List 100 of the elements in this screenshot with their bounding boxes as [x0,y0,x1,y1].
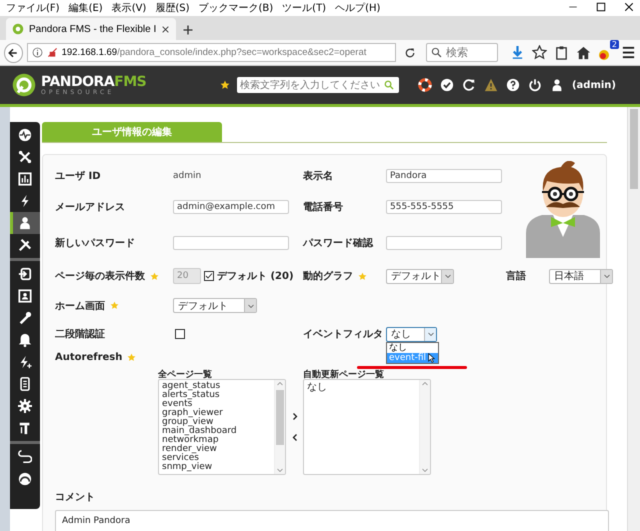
back-button[interactable] [4,42,23,62]
list-option[interactable]: なし [307,382,419,393]
warning-icon[interactable] [484,78,498,92]
field-label: 動的グラフ [303,270,353,283]
list-option[interactable]: main_dashboard [162,427,274,436]
menu-item[interactable]: 表示(V) [112,1,146,15]
password-field[interactable] [173,236,289,250]
maximize-icon[interactable] [596,2,606,12]
language-select[interactable]: 日本語 [549,268,613,284]
list-option[interactable]: networkmap [162,436,274,445]
help-icon[interactable] [506,78,520,92]
list-option[interactable]: services [162,454,274,463]
chevron-right-icon [290,412,298,421]
field-label: メールアドレス [55,201,125,214]
pandora-logo-icon [12,23,24,35]
list-option[interactable]: agent_status [162,382,274,391]
menu-item[interactable]: 編集(E) [68,1,103,15]
logo-text: PANDORAFMS [41,74,146,88]
event-filter-select[interactable]: なし [386,326,437,342]
list-option[interactable]: graph_viewer [162,409,274,418]
bolt-plus-icon [18,355,32,369]
caret-icon [602,272,610,280]
list-option[interactable]: render_view [162,445,274,454]
home-icon[interactable] [576,45,591,60]
username[interactable]: (admin) [572,80,616,90]
download-icon[interactable] [510,45,525,60]
scrollbar[interactable] [627,107,640,531]
move-left-button[interactable] [290,433,298,442]
scroll-down-icon [421,466,429,474]
menu-item[interactable]: ヘルプ(H) [335,1,380,15]
scroll-up-icon [421,380,429,388]
password-confirm-field[interactable] [386,236,502,250]
display-name-field[interactable]: Pandora [386,169,502,183]
refresh-icon[interactable] [462,78,476,92]
search-bar[interactable]: 検索 [426,43,498,62]
link-icon [18,450,32,464]
browser-tab[interactable]: Pandora FMS - the Flexible I [6,18,176,40]
list-title: 自動更新ページ一覧 [303,368,385,379]
reload-button[interactable] [404,46,416,58]
list-option[interactable]: snmp_view [162,463,274,472]
pulse-icon [18,128,32,142]
move-right-button[interactable] [290,412,298,421]
caret-icon [426,330,434,338]
field-label: ユーザ ID [55,170,101,183]
page-list[interactable]: agent_status alerts_status events graph_viewer group_view main_dashboard networkmap render_view services snmp_view [158,379,286,475]
url-path: /pandora_console/index.php?sec=workspace&sec2=operat [117,47,366,58]
field-label: Autorefresh [55,352,122,363]
list-option[interactable]: group_view [162,418,274,427]
phone-field[interactable]: 555-555-5555 [386,200,502,214]
check-icon [205,272,213,280]
home-screen-select[interactable]: デフォルト [173,298,257,313]
clipboard-icon[interactable] [554,45,569,60]
server-icon [18,377,32,391]
list-option[interactable]: alerts_status [162,391,274,400]
email-field[interactable]: admin@example.com [173,200,289,214]
field-label: ページ毎の表示件数 [55,270,145,283]
caret-icon [246,302,254,310]
field-label: 表示名 [303,170,333,183]
checkbox[interactable] [175,329,185,339]
user-icon[interactable] [550,78,564,92]
sidebar-item[interactable] [10,212,40,234]
dynamic-graph-select[interactable]: デフォルト [386,268,454,284]
field-label: イベントフィルタ [303,328,383,341]
close-icon[interactable] [161,24,170,34]
info-icon [32,47,43,58]
field-label: 新しいパスワード [55,236,135,250]
menu-item[interactable]: ツール(T) [282,1,326,15]
menu-item[interactable]: ブックマーク(B) [198,1,274,15]
scroll-up-icon [276,380,284,388]
check-circle-icon[interactable] [440,78,454,92]
caret-icon [444,272,452,280]
search-field[interactable]: 検索 [446,46,493,59]
field-label: 二段階認証 [55,328,105,341]
url-host: 192.168.1.69 [62,47,118,58]
field-label: 言語 [506,269,526,283]
pandora-logo-icon [12,73,36,97]
lock-slash-icon [46,47,58,58]
user-id-value: admin [173,171,202,181]
close-icon[interactable] [624,2,634,12]
menu-item[interactable]: ファイル(F) [6,1,60,15]
address-bar[interactable]: 192.168.1.69/pandora_console/index.php?sec=workspace&sec2=operat [26,43,396,62]
list-option[interactable]: events [162,400,274,409]
comment-field[interactable]: Admin Pandora [55,510,609,531]
network-icon [18,150,32,164]
gear-icon [18,399,32,413]
field-label: パスワード確認 [303,236,373,250]
field-label: コメント [55,491,95,504]
chart-icon [18,172,32,186]
scrollbar-thumb[interactable] [276,390,284,445]
power-icon[interactable] [528,78,542,92]
menu-icon[interactable] [621,45,636,60]
refresh-page-list[interactable]: なし [303,379,431,475]
back-arrow-icon [7,46,20,58]
menu-item[interactable]: 履歴(S) [155,1,190,15]
lifebuoy-icon[interactable] [418,78,432,92]
dropdown-option[interactable]: なし [387,342,438,352]
search-icon [431,47,442,58]
field-label: ホーム画面 [55,300,105,312]
star-outline-icon[interactable] [532,45,547,60]
chevron-left-icon [290,433,298,442]
